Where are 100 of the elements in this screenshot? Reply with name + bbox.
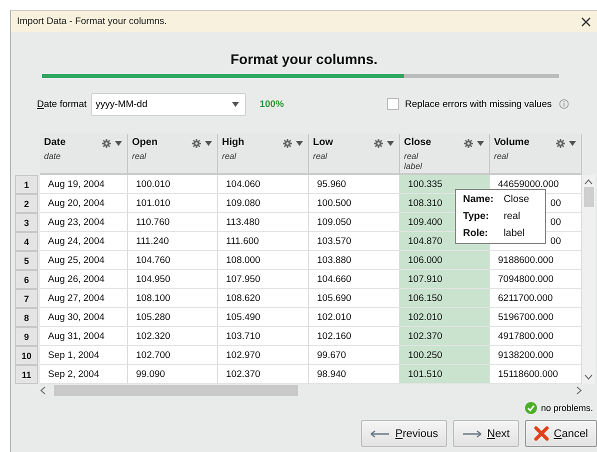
column-name: High <box>222 137 244 148</box>
table-cell: 99.670 <box>309 346 400 365</box>
column-header[interactable]: Open real <box>128 134 218 175</box>
column-name: Close <box>404 137 432 148</box>
scroll-down-icon[interactable] <box>584 374 593 380</box>
table-cell: 100.010 <box>128 175 218 194</box>
table-cell: 9138200.000 <box>490 346 582 365</box>
caret-icon[interactable] <box>115 141 122 146</box>
column-type: date <box>44 151 61 161</box>
table-cell: 102.320 <box>128 327 218 346</box>
scroll-thumb[interactable] <box>54 384 298 396</box>
column-header[interactable]: Close real label <box>400 134 490 175</box>
table-cell: 100.500 <box>309 194 400 213</box>
table-cell: 106.150 <box>400 289 490 308</box>
table-cell: Aug 27, 2004 <box>40 289 128 308</box>
caret-icon[interactable] <box>205 141 212 146</box>
info-icon <box>558 99 569 109</box>
table-cell: 99.090 <box>128 365 218 384</box>
table-cell: 103.570 <box>309 232 400 251</box>
gear-icon[interactable] <box>374 139 383 148</box>
gear-icon[interactable] <box>556 139 565 148</box>
window-title: Import Data - Format your columns. <box>17 16 167 27</box>
next-button[interactable]: Next <box>453 420 519 447</box>
scroll-up-icon[interactable] <box>584 179 593 185</box>
tooltip-value: real <box>504 211 522 222</box>
scroll-left-icon[interactable] <box>40 386 46 394</box>
table-cell: Aug 23, 2004 <box>40 213 128 232</box>
table-cell: 15118600.000 <box>490 365 582 384</box>
table-cell: Aug 31, 2004 <box>40 327 128 346</box>
row-number-cell: 7 <box>15 289 38 308</box>
table-cell: 103.880 <box>309 251 400 270</box>
table-cell: 9188600.000 <box>490 251 582 270</box>
column-header[interactable]: High real <box>218 134 309 175</box>
gear-icon[interactable] <box>283 139 292 148</box>
table-cell: 108.620 <box>218 289 309 308</box>
vertical-scrollbar[interactable] <box>582 175 595 384</box>
table-cell: 105.690 <box>309 289 400 308</box>
table-cell: Aug 26, 2004 <box>40 270 128 289</box>
gear-icon[interactable] <box>464 139 473 148</box>
table-cell: 110.760 <box>128 213 218 232</box>
column-name: Low <box>313 137 333 148</box>
scroll-right-icon[interactable] <box>576 386 582 394</box>
table-cell: 104.060 <box>218 175 309 194</box>
parse-rate: 100% <box>260 98 284 110</box>
caret-icon[interactable] <box>569 141 576 146</box>
caret-icon[interactable] <box>232 102 239 106</box>
right-arrow-icon <box>462 430 482 438</box>
status-message: no problems. <box>540 403 593 413</box>
caret-icon[interactable] <box>477 141 484 146</box>
row-number-cell: 5 <box>15 251 38 270</box>
table-cell: Aug 24, 2004 <box>40 232 128 251</box>
check-icon <box>524 402 537 414</box>
column-name: Open <box>132 137 158 148</box>
table-cell: 100.250 <box>400 346 490 365</box>
left-arrow-icon <box>370 430 390 438</box>
field-label: Date format <box>37 98 87 110</box>
table-cell: Sep 2, 2004 <box>40 365 128 384</box>
row-number-cell: 3 <box>15 213 38 232</box>
checkbox-label[interactable]: Replace errors with missing values <box>404 98 552 110</box>
column-type: real <box>494 151 508 161</box>
previous-button[interactable]: Previous <box>361 420 448 447</box>
column-type: real <box>313 151 328 161</box>
row-number-cell: 11 <box>15 365 38 384</box>
table-cell: 95.960 <box>309 175 400 194</box>
table-cell: 102.010 <box>400 308 490 327</box>
cross-icon <box>534 426 549 441</box>
table-cell: 107.910 <box>400 270 490 289</box>
table-cell: 111.240 <box>128 232 218 251</box>
row-number-cell: 2 <box>15 194 38 213</box>
row-number-cell: 10 <box>15 346 38 365</box>
column-header[interactable]: Date date <box>40 134 128 175</box>
table-cell: Aug 25, 2004 <box>40 251 128 270</box>
table-cell: 104.950 <box>128 270 218 289</box>
table-cell: 7094800.000 <box>490 270 582 289</box>
table-cell: 102.700 <box>128 346 218 365</box>
table-cell: 104.760 <box>128 251 218 270</box>
row-number-cell: 4 <box>15 232 38 251</box>
column-type: real <box>222 151 236 161</box>
scroll-thumb[interactable] <box>584 187 594 207</box>
row-number-cell: 1 <box>15 175 38 194</box>
table-cell: 102.970 <box>218 346 309 365</box>
close-icon[interactable] <box>581 16 591 26</box>
cancel-button[interactable]: Cancel <box>524 420 597 447</box>
table-cell: 102.370 <box>218 365 309 384</box>
date-format-dropdown[interactable]: yyyy-MM-dd <box>90 92 246 116</box>
table-cell: 4917800.000 <box>490 327 582 346</box>
column-role: label <box>404 161 422 171</box>
column-header[interactable]: Volume real <box>490 134 582 175</box>
caret-icon[interactable] <box>296 141 303 146</box>
gear-icon[interactable] <box>102 139 111 148</box>
column-header[interactable]: Low real <box>309 134 400 175</box>
table-cell: 105.280 <box>128 308 218 327</box>
table-cell: 102.370 <box>400 327 490 346</box>
table-cell: 101.510 <box>400 365 490 384</box>
caret-icon[interactable] <box>387 141 394 146</box>
row-number-cell: 9 <box>15 327 38 346</box>
checkbox[interactable] <box>386 98 399 110</box>
gear-icon[interactable] <box>192 139 201 148</box>
table-cell: 103.710 <box>218 327 309 346</box>
table-cell: 109.050 <box>309 213 400 232</box>
